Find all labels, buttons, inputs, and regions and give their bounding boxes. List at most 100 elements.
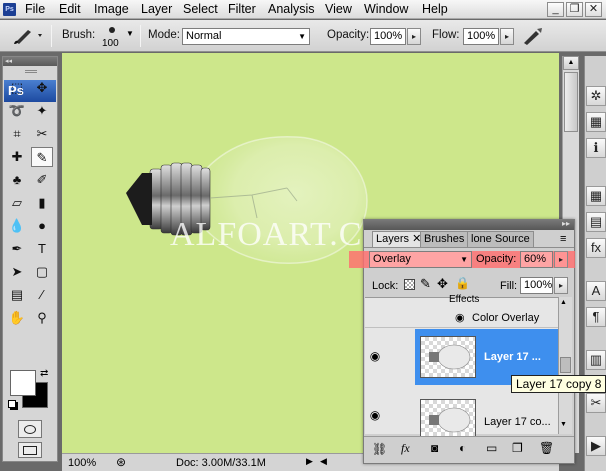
lock-pixels-icon[interactable]: ✎ — [420, 276, 431, 292]
eraser-tool[interactable]: ▱ — [6, 193, 28, 213]
menu-filter[interactable]: Filter — [228, 2, 256, 16]
character-icon[interactable]: A — [586, 281, 606, 301]
flow-field[interactable]: 100% — [463, 28, 499, 45]
fill-slider-button[interactable]: ▸ — [554, 277, 568, 294]
histogram-icon[interactable]: ▦ — [586, 112, 606, 132]
layer-list-scrollbar[interactable]: ▲ ▼ — [558, 297, 572, 434]
actions-icon[interactable]: ▶ — [586, 436, 606, 456]
brush-tip-icon — [109, 27, 115, 33]
paragraph-icon[interactable]: ¶ — [586, 307, 606, 327]
marquee-tool[interactable]: ⬚ — [6, 78, 28, 98]
lock-all-icon[interactable]: 🔒 — [455, 276, 470, 290]
trash-icon[interactable]: 🗑 — [539, 441, 554, 455]
navigator-icon[interactable]: ✲ — [586, 86, 606, 106]
fill-field[interactable]: 100% — [520, 277, 553, 294]
zoom-level[interactable]: 100% — [68, 457, 96, 469]
quick-mask-button[interactable] — [18, 420, 42, 438]
status-arrow-icon[interactable]: ▶ — [306, 456, 313, 467]
adjustment-icon[interactable]: ◐ — [459, 441, 466, 455]
styles-icon[interactable]: ▤ — [586, 212, 606, 232]
menu-help[interactable]: Help — [422, 2, 448, 16]
lock-transparency-icon[interactable] — [404, 279, 415, 290]
opacity-field[interactable]: 100% — [370, 28, 406, 45]
fx-icon[interactable]: fx — [586, 238, 606, 258]
collapse-panel-icon[interactable]: ▸▸ — [562, 219, 570, 228]
foreground-color-swatch[interactable] — [10, 370, 36, 396]
shape-tool[interactable]: ▢ — [31, 262, 53, 282]
tab-clone-source[interactable]: lone Source — [467, 231, 534, 247]
folder-icon[interactable]: ▭ — [486, 441, 497, 455]
tool-preset-picker[interactable] — [10, 26, 46, 46]
new-layer-icon[interactable]: ❐ — [512, 441, 523, 455]
menu-edit[interactable]: Edit — [59, 2, 81, 16]
brush-dropdown-arrow-icon[interactable]: ▼ — [126, 29, 134, 38]
magic-wand-tool[interactable]: ✦ — [31, 101, 53, 121]
scroll-thumb[interactable] — [560, 357, 571, 373]
scroll-thumb[interactable] — [564, 72, 578, 132]
pen-tool[interactable]: ✒ — [6, 239, 28, 259]
mask-icon[interactable]: ◙ — [431, 441, 438, 455]
history-brush-tool[interactable]: ✐ — [31, 170, 53, 190]
scroll-up-icon[interactable]: ▲ — [560, 299, 567, 306]
grip-icon[interactable] — [25, 70, 37, 73]
type-tool[interactable]: T — [31, 239, 53, 259]
lasso-tool[interactable]: ➰ — [6, 101, 28, 121]
link-icon[interactable]: ⛓ — [372, 442, 387, 456]
blur-tool[interactable]: 💧 — [6, 216, 28, 236]
info-icon[interactable]: ℹ — [586, 138, 606, 158]
dodge-tool[interactable]: ● — [31, 216, 53, 236]
scroll-down-icon[interactable]: ▼ — [560, 421, 567, 428]
menu-view[interactable]: View — [325, 2, 352, 16]
layers-panel-header[interactable]: ▸▸ — [364, 219, 574, 230]
layer-effect-row[interactable]: ◉ Color Overlay — [365, 308, 558, 328]
swatches-icon[interactable]: ▦ — [586, 186, 606, 206]
healing-tool[interactable]: ✚ — [6, 147, 28, 167]
hand-tool[interactable]: ✋ — [6, 308, 28, 328]
scroll-left-icon[interactable]: ◀ — [320, 456, 327, 467]
tab-brushes[interactable]: Brushes — [420, 231, 469, 247]
minimize-button[interactable]: _ — [547, 2, 564, 17]
zoom-tool[interactable]: ⚲ — [31, 308, 53, 328]
mode-select[interactable]: Normal ▼ — [182, 28, 310, 45]
flow-slider-button[interactable]: ▸ — [500, 28, 514, 45]
notes-icon[interactable]: ▥ — [586, 350, 606, 370]
layer-opacity-slider-button[interactable]: ▸ — [554, 251, 568, 268]
tools-panel-header[interactable]: ◂◂ — [3, 57, 57, 66]
eyedropper-tool[interactable]: ⁄ — [31, 285, 53, 305]
effect-eye-icon[interactable]: ◉ — [455, 311, 465, 324]
blend-mode-select[interactable]: Overlay ▼ — [369, 251, 472, 268]
panel-menu-icon[interactable]: ≡ — [560, 233, 566, 245]
brush-picker[interactable]: 100 — [102, 23, 124, 51]
lock-position-icon[interactable]: ✥ — [437, 276, 448, 292]
menu-file[interactable]: File — [25, 2, 45, 16]
airbrush-button[interactable] — [520, 26, 544, 46]
layer-row[interactable]: ◉ Layer 17 co... — [365, 396, 558, 441]
close-button[interactable]: ✕ — [585, 2, 602, 17]
scroll-up-button[interactable]: ▲ — [563, 56, 579, 70]
default-colors-icon[interactable] — [8, 400, 16, 408]
menu-image[interactable]: Image — [94, 2, 129, 16]
status-menu-icon[interactable]: ⊛ — [116, 455, 126, 469]
crop-tool[interactable]: ⌗ — [6, 124, 28, 144]
layer-opacity-field[interactable]: 60% — [520, 251, 553, 268]
gradient-tool[interactable]: ▮ — [31, 193, 53, 213]
swap-colors-icon[interactable]: ⇄ — [40, 368, 48, 379]
brush-tool[interactable]: ✎ — [31, 147, 53, 167]
fx-icon[interactable]: fx — [401, 441, 410, 456]
menu-analysis[interactable]: Analysis — [268, 2, 315, 16]
tab-layers[interactable]: Layers ✕ — [372, 231, 426, 247]
layer-visibility-eye-icon[interactable]: ◉ — [366, 406, 384, 424]
opacity-slider-button[interactable]: ▸ — [407, 28, 421, 45]
layer-visibility-eye-icon[interactable]: ◉ — [366, 347, 384, 365]
restore-button[interactable]: ❐ — [566, 2, 583, 17]
menu-window[interactable]: Window — [364, 2, 408, 16]
menu-select[interactable]: Select — [183, 2, 218, 16]
move-tool[interactable]: ✥ — [31, 78, 53, 98]
stamp-tool[interactable]: ♣ — [6, 170, 28, 190]
screen-mode-button[interactable] — [18, 442, 42, 458]
slice-tool[interactable]: ✂ — [31, 124, 53, 144]
menu-layer[interactable]: Layer — [141, 2, 172, 16]
path-selection-tool[interactable]: ➤ — [6, 262, 28, 282]
tools-icon[interactable]: ✂ — [586, 393, 606, 413]
notes-tool[interactable]: ▤ — [6, 285, 28, 305]
